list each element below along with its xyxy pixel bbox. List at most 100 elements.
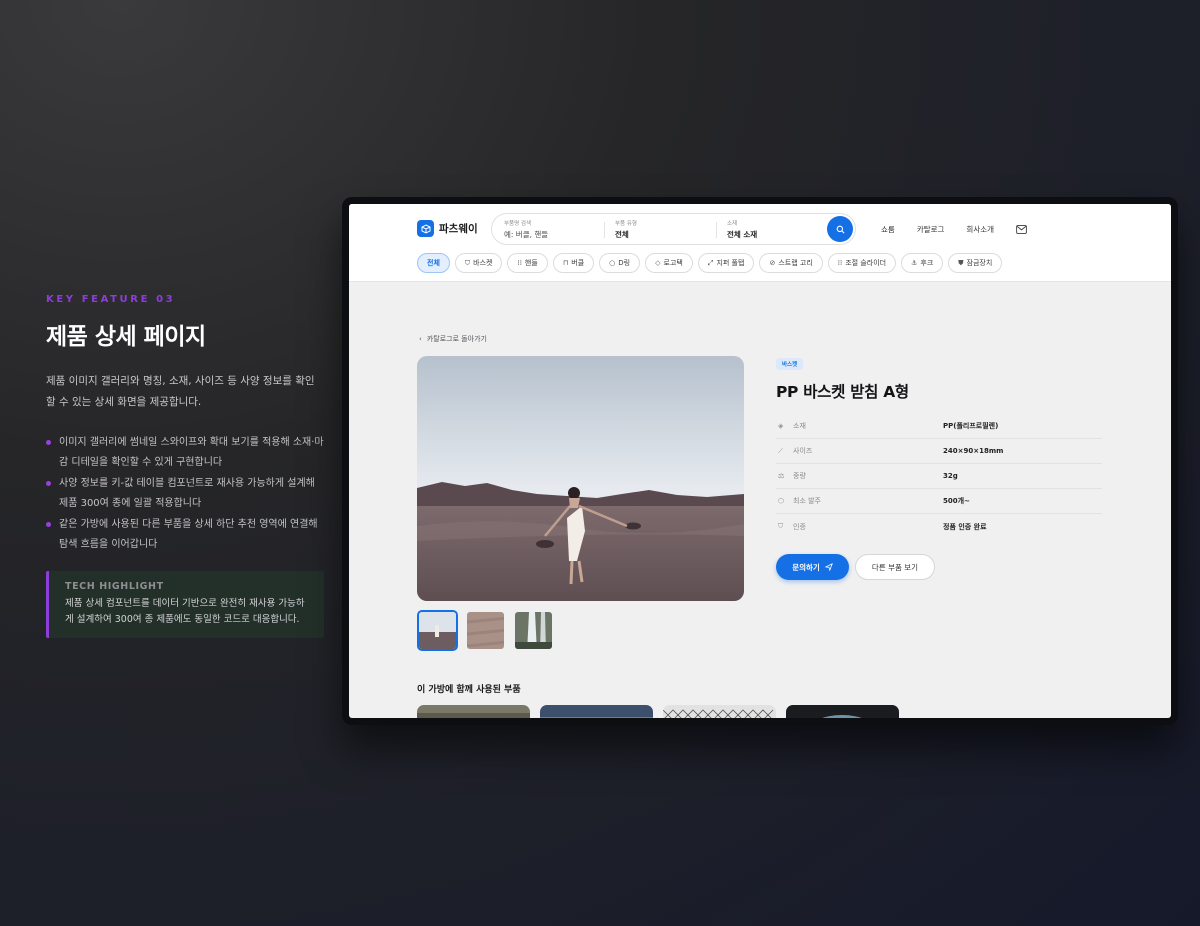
spec-row: ⛉ 인증 정품 인증 완료	[776, 514, 1102, 539]
keyword-segment[interactable]: 부품명 검색 예: 버클, 핸들	[504, 219, 548, 240]
spec-row: ⚖ 중량 32g	[776, 464, 1102, 489]
material-select[interactable]: 전체 소재	[727, 229, 757, 240]
ring-icon: ○	[609, 259, 616, 267]
chip-zipper[interactable]: ⤢ 지퍼 풀탭	[697, 253, 755, 273]
other-parts-button[interactable]: 다른 부품 보기	[855, 554, 935, 580]
chip-label: 후크	[920, 259, 934, 267]
feature-eyebrow: KEY FEATURE 03	[46, 294, 176, 305]
thumbnail[interactable]	[417, 610, 458, 651]
spec-key: 인증	[793, 522, 806, 531]
thumbnail[interactable]	[465, 610, 506, 651]
back-label: 카탈로그로 돌아가기	[426, 335, 487, 343]
chip-logotag[interactable]: ◇ 로고택	[645, 253, 693, 273]
feature-bullet: 같은 가방에 사용된 다른 부품을 상세 하단 추천 영역에 연결해 탐색 흐름…	[46, 515, 326, 555]
chip-label: 핸들	[524, 259, 538, 267]
chip-all[interactable]: 전체	[417, 253, 450, 273]
related-section-title: 이 가방에 함께 사용된 부품	[417, 685, 521, 695]
cube-icon	[417, 220, 434, 237]
spec-value: 정품 인증 완료	[943, 522, 987, 531]
mail-icon[interactable]	[1016, 225, 1027, 234]
grid-icon: ⁞⁞	[837, 259, 843, 267]
chevron-left-icon: ‹	[419, 335, 422, 343]
back-link[interactable]: ‹ 카탈로그로 돌아가기	[419, 334, 487, 344]
inquiry-button[interactable]: 문의하기	[776, 554, 849, 580]
related-parts	[417, 705, 899, 718]
anchor-icon: ⚓	[911, 259, 918, 267]
spec-value: PP(폴리프로필렌)	[943, 422, 999, 430]
type-segment[interactable]: 부품 유형 전체	[615, 219, 637, 240]
feature-bullets: 이미지 갤러리에 썸네일 스와이프와 확대 보기를 적용해 소재·마감 디테일을…	[46, 433, 326, 555]
related-card[interactable]	[663, 705, 776, 718]
tech-highlight-title: TECH HIGHLIGHT	[65, 581, 164, 592]
shield-icon: ⛊	[958, 258, 964, 267]
search-icon	[836, 225, 844, 233]
app-screen: 파츠웨이 부품명 검색 예: 버클, 핸들 부품 유형 전체 소재 전체 소재	[349, 204, 1171, 718]
feature-panel: KEY FEATURE 03 제품 상세 페이지 제품 이미지 갤러리와 명칭,…	[46, 294, 326, 638]
material-segment[interactable]: 소재 전체 소재	[727, 219, 757, 240]
search-button[interactable]	[827, 216, 853, 242]
scale-icon: ⚖	[778, 472, 785, 480]
nav-company[interactable]: 회사소개	[966, 224, 994, 235]
spec-key: 최소 발주	[793, 497, 821, 505]
other-parts-label: 다른 부품 보기	[871, 562, 919, 572]
product-title: PP 바스켓 받침 A형	[776, 383, 909, 401]
nav-showroom[interactable]: 쇼룸	[881, 224, 895, 235]
product-main-image[interactable]	[417, 356, 744, 601]
category-badge: 바스켓	[776, 358, 804, 370]
lock-icon: ⊓	[562, 259, 569, 267]
chip-strap[interactable]: ⊘ 스트랩 고리	[759, 253, 823, 273]
chip-label: 바스켓	[473, 259, 493, 267]
chip-slider[interactable]: ⁞⁞ 조절 슬라이더	[827, 253, 897, 273]
tech-highlight-text: 제품 상세 컴포넌트를 데이터 기반으로 완전히 재사용 가능하게 설계하여 3…	[65, 598, 305, 625]
related-card[interactable]	[417, 705, 530, 718]
layers-icon: ◈	[778, 422, 784, 430]
related-card[interactable]	[786, 705, 899, 718]
spec-row: ⬡ 최소 발주 500개~	[776, 489, 1102, 514]
chip-label: 잠금장치	[966, 259, 993, 267]
chip-label: 지퍼 풀탭	[716, 259, 745, 267]
monitor-frame: 파츠웨이 부품명 검색 예: 버클, 핸들 부품 유형 전체 소재 전체 소재	[342, 197, 1178, 725]
search-bar: 부품명 검색 예: 버클, 핸들 부품 유형 전체 소재 전체 소재	[491, 213, 856, 245]
tag-icon: ◇	[655, 259, 661, 267]
chip-label: 전체	[427, 259, 440, 267]
type-select[interactable]: 전체	[615, 229, 637, 240]
inquiry-button-label: 문의하기	[792, 562, 820, 572]
basket-icon: ⛉	[464, 258, 471, 267]
spec-value: 500개~	[943, 497, 970, 505]
spec-key: 사이즈	[793, 447, 813, 455]
keyword-input[interactable]: 예: 버클, 핸들	[504, 229, 548, 240]
tech-highlight: TECH HIGHLIGHT 제품 상세 컴포넌트를 데이터 기반으로 완전히 …	[46, 571, 324, 638]
spec-row: ◈ 소재 PP(폴리프로필렌)	[776, 414, 1102, 439]
chip-dring[interactable]: ○ D링	[599, 253, 641, 273]
chip-buckle[interactable]: ⊓ 버클	[552, 253, 595, 273]
thumbnail[interactable]	[513, 610, 554, 651]
category-chips: 전체 ⛉ 바스켓 ⁞⁞ 핸들 ⊓ 버클 ○ D링 ◇ 로고택 ⤢ 지퍼 풀탭 ⊘ 스트랩 고리…	[417, 253, 1003, 273]
chip-label: 로고택	[663, 259, 683, 267]
chip-hook[interactable]: ⚓ 후크	[901, 253, 944, 273]
related-card[interactable]	[540, 705, 653, 718]
chip-basket[interactable]: ⛉ 바스켓	[454, 253, 503, 273]
divider	[716, 222, 717, 238]
chip-lock[interactable]: ⛊ 잠금장치	[948, 253, 1003, 273]
chip-label: 조절 슬라이더	[845, 259, 887, 267]
box-icon: ⬡	[778, 497, 785, 505]
spec-key: 중량	[793, 472, 806, 480]
spec-table: ◈ 소재 PP(폴리프로필렌) ⟋ 사이즈 240×90×18mm ⚖ 중량 3…	[776, 414, 1102, 539]
spec-key: 소재	[793, 422, 806, 430]
grid-icon: ⁞⁞	[517, 259, 522, 267]
spec-row: ⟋ 사이즈 240×90×18mm	[776, 439, 1102, 464]
app-header: 파츠웨이 부품명 검색 예: 버클, 핸들 부품 유형 전체 소재 전체 소재	[349, 204, 1171, 282]
type-label: 부품 유형	[615, 221, 637, 227]
chip-label: D링	[618, 259, 631, 267]
top-nav: 쇼룸 카탈로그 회사소개	[881, 224, 1027, 235]
chip-handle[interactable]: ⁞⁞ 핸들	[507, 253, 548, 273]
feature-title: 제품 상세 페이지	[46, 324, 206, 350]
thumbnail-strip	[417, 610, 554, 651]
feature-description: 제품 이미지 갤러리와 명칭, 소재, 사이즈 등 사양 정보를 확인할 수 있…	[46, 375, 315, 408]
keyword-label: 부품명 검색	[504, 221, 532, 227]
logo[interactable]: 파츠웨이	[417, 220, 478, 237]
send-icon	[824, 563, 833, 571]
chip-label: 스트랩 고리	[778, 259, 813, 267]
material-label: 소재	[727, 221, 738, 227]
nav-catalog[interactable]: 카탈로그	[917, 224, 945, 235]
